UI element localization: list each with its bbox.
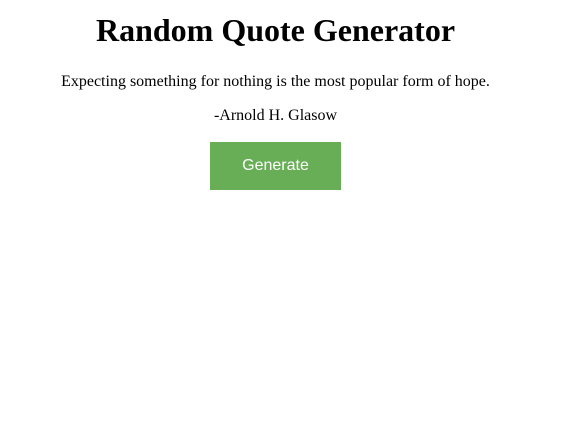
quote-generator-page: Random Quote Generator Expecting somethi…: [0, 0, 551, 435]
button-container: Generate: [0, 125, 551, 190]
quote-text: Expecting something for nothing is the m…: [61, 73, 490, 90]
page-title: Random Quote Generator: [95, 12, 456, 48]
generate-button[interactable]: Generate: [210, 142, 341, 190]
quote-author: -Arnold H. Glasow: [213, 107, 338, 124]
